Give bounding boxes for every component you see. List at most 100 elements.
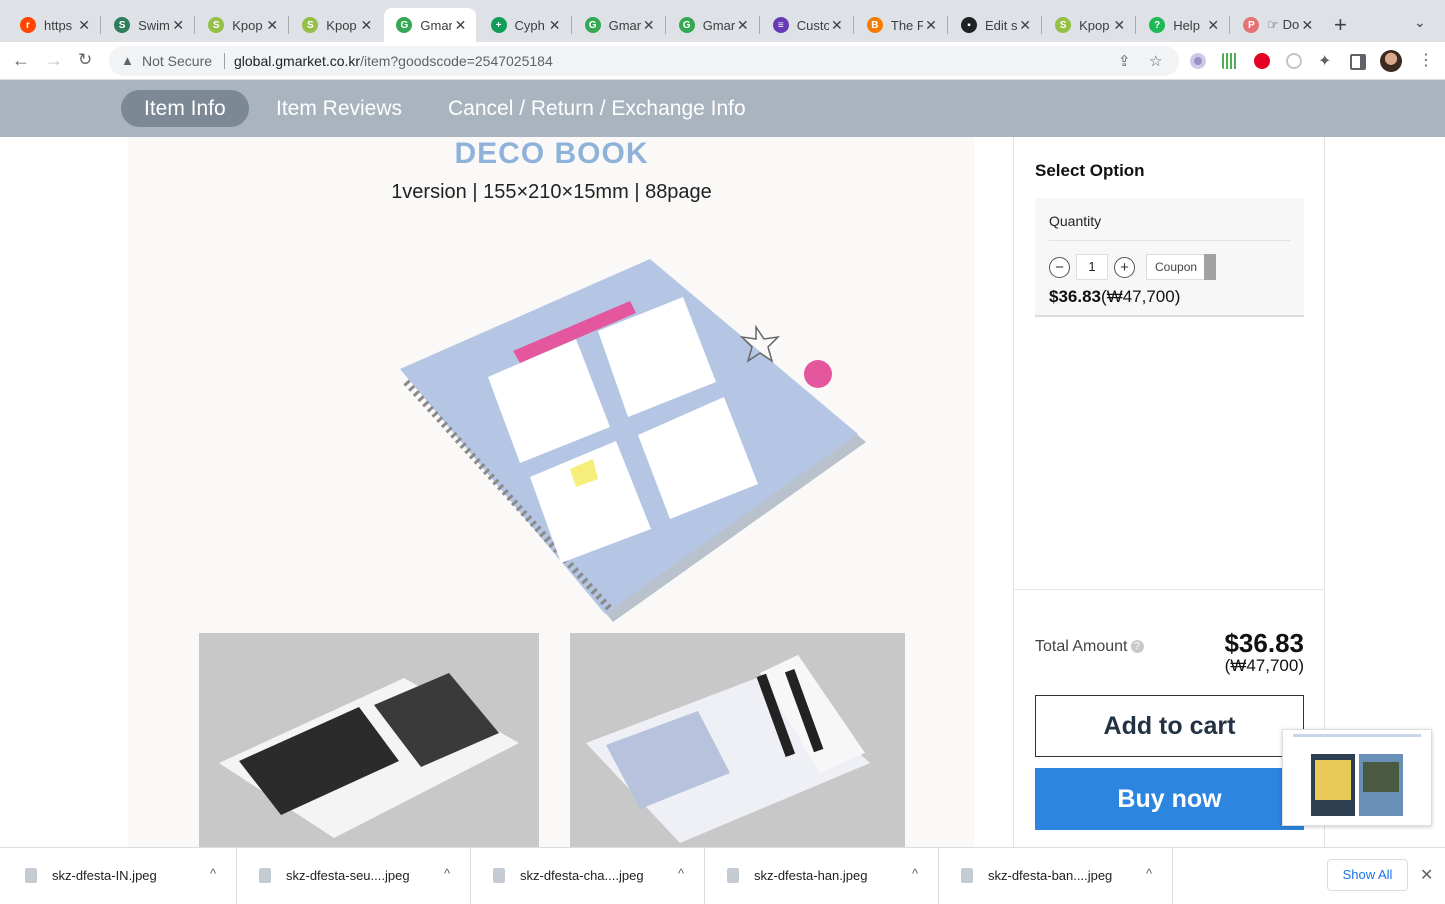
url-text[interactable]: global.gmarket.co.kr/item?goodscode=2547…	[234, 53, 553, 69]
photo-thumbnail-left	[199, 633, 539, 847]
floating-preview-thumbnail[interactable]	[1282, 729, 1432, 826]
tab-cancel-return-exchange[interactable]: Cancel / Return / Exchange Info	[425, 90, 769, 127]
browser-tab[interactable]: B The F ✕	[855, 8, 947, 42]
chevron-up-icon[interactable]: ^	[1146, 866, 1152, 881]
browser-tab[interactable]: ▪ Edit s ✕	[949, 8, 1041, 42]
image-file-icon	[259, 868, 271, 883]
downloads-shelf: skz-dfesta-IN.jpeg ^ skz-dfesta-seu....jpe…	[0, 847, 1445, 904]
download-filename: skz-dfesta-han.jpeg	[754, 868, 868, 883]
chevron-up-icon[interactable]: ^	[678, 866, 684, 881]
tab-close-icon[interactable]: ✕	[1111, 17, 1127, 34]
tab-close-icon[interactable]: ✕	[923, 17, 939, 34]
tab-separator	[947, 16, 948, 34]
download-item[interactable]: skz-dfesta-cha....jpeg ^	[471, 848, 705, 904]
new-tab-button[interactable]: +	[1334, 12, 1347, 38]
download-filename: skz-dfesta-IN.jpeg	[52, 868, 157, 883]
product-spec: 1version | 155×210×15mm | 88page	[391, 181, 712, 203]
tab-close-icon[interactable]: ✕	[358, 17, 374, 34]
tab-item-info[interactable]: Item Info	[121, 90, 249, 127]
sheets-icon: +	[490, 17, 507, 33]
browser-tab[interactable]: P ☞ Do ✕	[1231, 8, 1323, 42]
tab-title: Edit s	[985, 17, 1018, 33]
address-bar[interactable]: ▲ Not Secure global.gmarket.co.kr/item?g…	[109, 46, 1179, 76]
tab-close-icon[interactable]: ✕	[76, 17, 92, 34]
browser-tab[interactable]: S Kpop ✕	[290, 8, 382, 42]
tab-title: Gmar	[608, 17, 641, 33]
product-title: DECO BOOK	[454, 137, 649, 170]
chevron-up-icon[interactable]: ^	[912, 866, 918, 881]
chevron-up-icon[interactable]: ^	[210, 866, 216, 881]
swim-icon: S	[114, 17, 131, 33]
tab-title: ☞ Do	[1267, 17, 1300, 32]
coupon-toggle[interactable]	[1204, 254, 1216, 280]
tab-item-reviews[interactable]: Item Reviews	[253, 90, 425, 127]
browser-tab[interactable]: + Cyph ✕	[479, 8, 571, 42]
download-item[interactable]: skz-dfesta-IN.jpeg ^	[3, 848, 237, 904]
tab-close-icon[interactable]: ✕	[1205, 17, 1221, 34]
download-filename: skz-dfesta-ban....jpeg	[988, 868, 1113, 883]
tab-close-icon[interactable]: ✕	[1017, 17, 1033, 34]
zoom-extension-icon[interactable]	[1286, 53, 1302, 69]
browser-tab[interactable]: ≡ Custo ✕	[761, 8, 853, 42]
browser-tab[interactable]: S Swim ✕	[102, 8, 194, 42]
chevron-up-icon[interactable]: ^	[444, 866, 450, 881]
tab-close-icon[interactable]: ✕	[264, 17, 280, 34]
close-shelf-icon[interactable]: ✕	[1420, 865, 1433, 885]
browser-tab[interactable]: G Gmar ✕	[573, 8, 665, 42]
browser-tab[interactable]: G Gmar ✕	[384, 8, 477, 42]
tab-close-icon[interactable]: ✕	[735, 17, 751, 34]
pinterest-icon[interactable]	[1254, 53, 1270, 69]
total-amount-label: Total Amount?	[1035, 638, 1144, 656]
google-icon: G	[584, 17, 601, 33]
back-arrow-icon[interactable]: ←	[12, 50, 30, 71]
show-all-downloads-button[interactable]: Show All	[1327, 859, 1408, 891]
download-item[interactable]: skz-dfesta-ban....jpeg ^	[939, 848, 1173, 904]
security-label[interactable]: Not Secure	[142, 53, 212, 69]
tab-close-icon[interactable]: ✕	[452, 17, 468, 34]
tab-search-chevron-icon[interactable]: ⌄	[1414, 14, 1426, 31]
extension-circle-icon[interactable]	[1190, 53, 1206, 69]
download-item[interactable]: skz-dfesta-han.jpeg ^	[705, 848, 939, 904]
side-panel-icon[interactable]	[1350, 54, 1366, 70]
option-price: $36.83(₩47,700)	[1049, 287, 1180, 307]
tab-close-icon[interactable]: ✕	[547, 17, 563, 34]
shopify-icon: S	[302, 17, 319, 33]
extensions-puzzle-icon[interactable]: ✦	[1318, 51, 1331, 71]
profile-avatar[interactable]	[1380, 50, 1402, 72]
tab-close-icon[interactable]: ✕	[641, 17, 657, 34]
share-icon[interactable]: ⇪	[1118, 52, 1131, 70]
image-file-icon	[493, 868, 505, 883]
tab-title: Kpop	[1079, 17, 1110, 33]
audio-extension-icon[interactable]	[1222, 53, 1238, 69]
download-filename: skz-dfesta-cha....jpeg	[520, 868, 644, 883]
kebab-menu-icon[interactable]: ⋮	[1418, 50, 1434, 70]
google-icon: G	[396, 17, 413, 33]
help-question-icon[interactable]: ?	[1130, 640, 1144, 654]
browser-tab[interactable]: ? Help ✕	[1137, 8, 1229, 42]
tab-close-icon[interactable]: ✕	[829, 17, 845, 34]
quantity-decrease-button[interactable]: −	[1049, 257, 1070, 278]
coupon-button[interactable]: Coupon	[1146, 254, 1205, 280]
quantity-increase-button[interactable]: +	[1114, 257, 1135, 278]
add-to-cart-button[interactable]: Add to cart	[1035, 695, 1304, 757]
tab-close-icon[interactable]: ✕	[170, 17, 186, 34]
browser-tab[interactable]: S Kpop ✕	[196, 8, 288, 42]
help-icon: ?	[1149, 17, 1166, 33]
item-info-content: DECO BOOK 1version | 155×210×15mm | 88pa…	[128, 137, 975, 847]
tab-title: Kpop	[232, 17, 263, 33]
quantity-input[interactable]: 1	[1076, 254, 1108, 280]
tab-title: https	[44, 17, 73, 33]
tab-title: Custo	[796, 17, 829, 33]
total-amount-usd: $36.83	[1224, 628, 1304, 658]
buy-now-button[interactable]: Buy now	[1035, 768, 1304, 830]
reload-icon[interactable]: ↻	[78, 50, 92, 70]
download-item[interactable]: skz-dfesta-seu....jpeg ^	[237, 848, 471, 904]
forward-arrow-icon[interactable]: →	[45, 50, 63, 71]
browser-tab[interactable]: G Gmar ✕	[667, 8, 759, 42]
tab-separator	[570, 16, 572, 34]
browser-tab[interactable]: r https ✕	[8, 8, 100, 42]
tab-close-icon[interactable]: ✕	[1299, 17, 1315, 34]
bookmark-star-icon[interactable]: ☆	[1149, 52, 1162, 70]
shopify-icon: S	[208, 17, 225, 33]
browser-tab[interactable]: S Kpop ✕	[1043, 8, 1135, 42]
